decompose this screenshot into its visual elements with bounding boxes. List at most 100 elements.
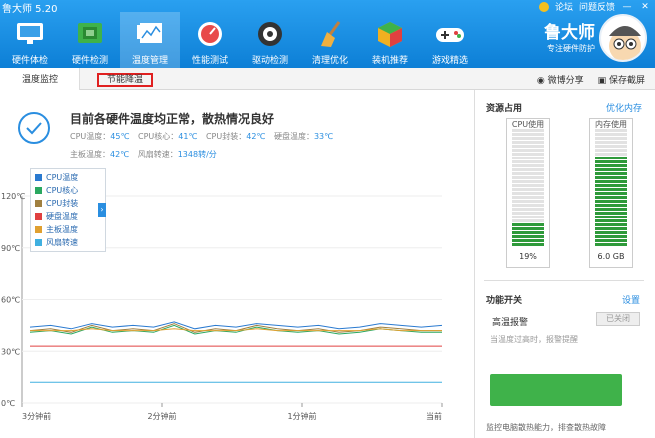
gauge-segment [595, 211, 627, 215]
nav-temperature[interactable]: 温度管理 [120, 12, 180, 68]
gauge-segment [512, 243, 544, 246]
gauge-segment [512, 199, 544, 203]
main-nav: 硬件体检 硬件检测 温度管理 性能测试 驱动检测 清理优化 装机推荐 游戏精选 [0, 12, 480, 68]
sub-tab-bar: 温度监控 节能降温 ◉ 微博分享 ▣ 保存截屏 [0, 68, 655, 90]
metric-value: 33℃ [313, 132, 334, 141]
gauge-segment [595, 148, 627, 152]
legend-collapse-icon[interactable]: › [98, 203, 106, 217]
nav-hardware-checkup[interactable]: 硬件体检 [0, 12, 60, 68]
brand-tagline: 专注硬件防护 [547, 44, 595, 53]
optimize-memory-link[interactable]: 优化内存 [606, 101, 642, 114]
cpu-core-reading: CPU核心：41℃ [138, 132, 197, 141]
gauge-segment [512, 191, 544, 195]
nav-build[interactable]: 装机推荐 [360, 12, 420, 68]
close-icon[interactable]: ✕ [639, 2, 651, 12]
feedback-link[interactable]: 问题反馈 [579, 0, 615, 13]
forum-link[interactable]: 论坛 [555, 0, 573, 13]
gauge-segment [512, 140, 544, 144]
legend-label: CPU温度 [46, 173, 79, 182]
subbar-actions: ◉ 微博分享 ▣ 保存截屏 [537, 73, 645, 86]
gauge-segment [512, 172, 544, 176]
gauge-segment [512, 235, 544, 239]
legend-item: CPU封装 [35, 197, 101, 210]
legend-label: 风扇转速 [46, 238, 78, 247]
gauge-segment [512, 215, 544, 219]
section-divider [484, 280, 644, 281]
save-screenshot-button[interactable]: ▣ 保存截屏 [598, 73, 645, 86]
cooling-description: 监控电脑散热能力，排查散热故障 [486, 423, 606, 432]
nav-performance[interactable]: 性能测试 [180, 12, 240, 68]
gauge-segment [595, 160, 627, 164]
camera-icon: ▣ [597, 76, 609, 86]
minimize-icon[interactable]: — [621, 2, 633, 12]
gauge-segment [512, 144, 544, 148]
metric-label: CPU温度： [70, 132, 111, 141]
nav-hardware-detect[interactable]: 硬件检测 [60, 12, 120, 68]
nav-label: 游戏精选 [431, 56, 468, 66]
gauge-segment [512, 188, 544, 191]
metric-label: CPU核心： [137, 132, 179, 141]
x-tick-label: 2分钟前 [147, 411, 176, 421]
nav-label: 性能测试 [191, 56, 228, 66]
resources-title: 资源占用 [486, 104, 523, 114]
status-title: 目前各硬件温度均正常，散热情况良好 [70, 112, 275, 126]
legend-swatch [35, 213, 42, 220]
settings-link[interactable]: 设置 [622, 293, 640, 306]
x-tick-label: 当前 [426, 411, 442, 421]
gauge-segment [512, 176, 544, 180]
weibo-share-label: 微博分享 [547, 76, 584, 86]
avatar[interactable] [599, 14, 647, 62]
gauge-segment [512, 184, 544, 187]
cpu-usage-value: 19% [519, 252, 537, 261]
high-temp-alarm-toggle[interactable]: 已关闭 [596, 312, 640, 326]
nav-games[interactable]: 游戏精选 [420, 12, 480, 68]
gauge-segment [512, 203, 544, 207]
gauge-segment [512, 195, 544, 199]
gauge-segment [512, 180, 544, 184]
gauge-segment [595, 152, 627, 156]
memory-usage-gauge [589, 118, 633, 268]
tab-energy-saving[interactable]: 节能降温 [97, 73, 153, 87]
gauge-segment [595, 184, 627, 187]
cpu-usage-label: CPU使用 [511, 120, 545, 129]
gauge-segment [595, 140, 627, 144]
gauge-segment [595, 132, 627, 136]
gauge-segment [595, 164, 627, 168]
check-icon [18, 112, 50, 144]
legend-item: 主板温度 [35, 223, 101, 236]
y-tick-label: 90℃ [1, 244, 20, 253]
weibo-share-button[interactable]: ◉ 微博分享 [537, 73, 584, 86]
board-temp-reading: 主板温度：42℃ [70, 150, 129, 159]
nav-label: 温度管理 [131, 56, 168, 66]
gauge-segment [512, 211, 544, 215]
memory-usage-bars [595, 129, 627, 247]
y-tick-label: 60℃ [1, 296, 20, 305]
gauge-segment [512, 219, 544, 223]
gauge-segment [595, 235, 627, 239]
metric-label: 硬盘温度： [273, 132, 314, 141]
gauge-segment [595, 188, 627, 191]
gauge-segment [512, 239, 544, 243]
metric-value: 42℃ [110, 150, 130, 159]
nav-driver[interactable]: 驱动检测 [240, 12, 300, 68]
metric-value: 45℃ [110, 132, 130, 141]
y-tick-label: 120℃ [1, 192, 25, 201]
gauge-segment [512, 168, 544, 172]
y-tick-label: 30℃ [1, 347, 20, 356]
gamepad-icon [433, 17, 467, 51]
nav-label: 清理优化 [311, 56, 348, 66]
gauge-segment [595, 156, 627, 160]
tab-temperature-monitor[interactable]: 温度监控 [22, 72, 58, 85]
legend-swatch [35, 174, 42, 181]
nav-clean[interactable]: 清理优化 [300, 12, 360, 68]
memory-usage-label: 内存使用 [595, 120, 627, 129]
temperature-readings: CPU温度：45℃ CPU核心：41℃ CPU封装：42℃ 硬盘温度：33℃ 主… [70, 128, 390, 164]
cooling-test-button[interactable] [490, 374, 622, 406]
legend-label: CPU核心 [46, 186, 79, 195]
cube-icon [373, 17, 407, 51]
gauge-segment [595, 231, 627, 235]
coin-icon[interactable] [538, 1, 549, 12]
gauge-segment [512, 152, 544, 156]
gauge-segment [595, 207, 627, 211]
nav-label: 装机推荐 [371, 56, 408, 66]
